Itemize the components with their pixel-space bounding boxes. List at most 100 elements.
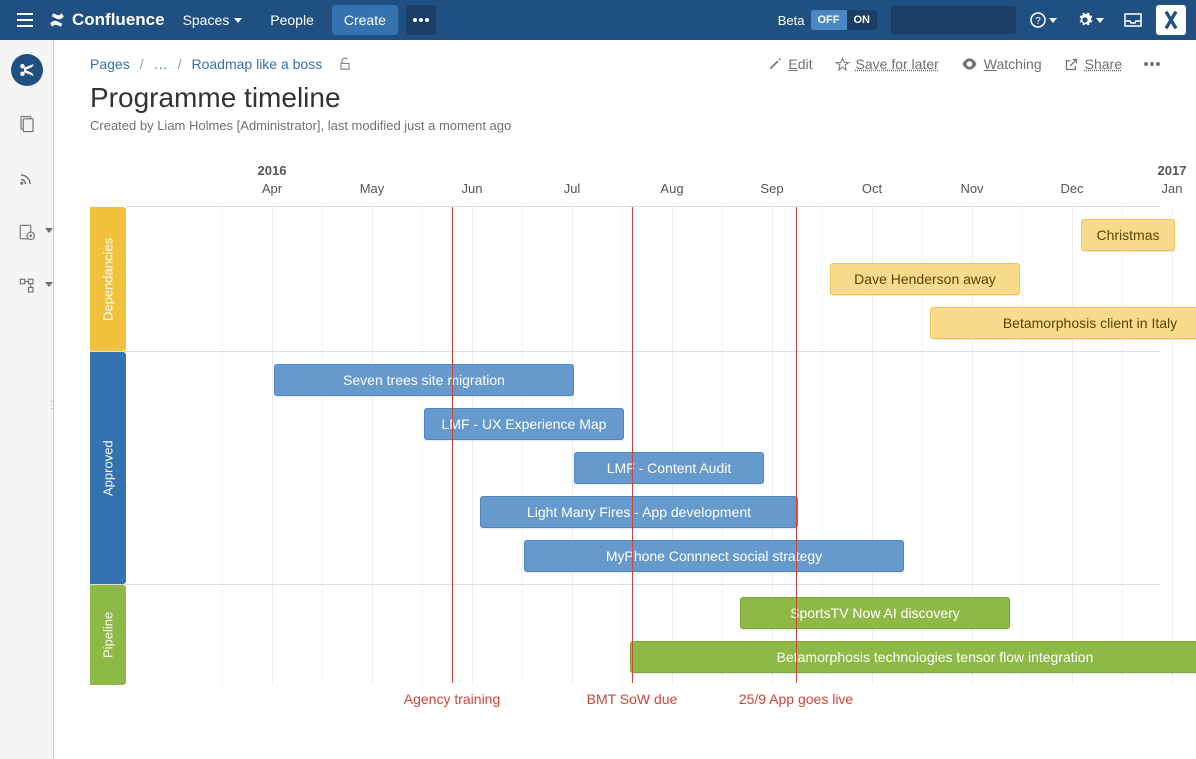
axis-year-label: 2017 xyxy=(1158,163,1187,178)
lane-label: Approved xyxy=(90,352,126,584)
axis-month-label: Jun xyxy=(462,181,483,196)
edit-button[interactable]: Edit xyxy=(768,56,812,72)
axis-month-label: Apr xyxy=(262,181,282,196)
unlock-icon xyxy=(338,57,352,71)
lane-body: SportsTV Now AI discoveryBetamorphosis t… xyxy=(126,585,1160,685)
rail-tree-icon[interactable] xyxy=(11,270,43,302)
lane: DependanciesChristmasDave Henderson away… xyxy=(90,207,1160,351)
roadmap-bar[interactable]: LMF - UX Experience Map xyxy=(424,408,624,440)
save-for-later-button[interactable]: Save for later xyxy=(835,56,939,72)
pencil-icon xyxy=(768,57,782,71)
breadcrumb-sep: / xyxy=(140,56,144,72)
roadmap-chart: 20162017 AprMayJunJulAugSepOctNovDecJan … xyxy=(90,163,1160,733)
beta-label: Beta xyxy=(778,13,805,28)
search-box[interactable] xyxy=(891,6,1016,34)
roadmap-bar[interactable]: LMF - Content Audit xyxy=(574,452,764,484)
chevron-down-icon xyxy=(234,18,242,23)
chevron-down-icon xyxy=(45,228,53,233)
roadmap-bar[interactable]: Light Many Fires - App development xyxy=(480,496,798,528)
top-nav: Confluence Spaces People Create Beta OFF… xyxy=(0,0,1196,40)
rail-shortcut-icon[interactable] xyxy=(11,216,43,248)
breadcrumb-root[interactable]: Pages xyxy=(90,56,130,72)
byline: Created by Liam Holmes [Administrator], … xyxy=(90,118,1160,133)
save-label: Save for later xyxy=(856,56,939,72)
lane-body: Seven trees site migration LMF - UX Exper… xyxy=(126,352,1160,584)
roadmap-bar[interactable]: Christmas xyxy=(1081,219,1175,251)
brand-label: Confluence xyxy=(72,10,165,30)
page-actions: Edit Save for later Watching Share xyxy=(768,56,1160,72)
axis-month-label: Sep xyxy=(760,181,783,196)
nav-spaces-label: Spaces xyxy=(183,12,230,28)
lane-label: Pipeline xyxy=(90,585,126,685)
edit-label-rest: dit xyxy=(798,56,813,72)
lane: PipelineSportsTV Now AI discoveryBetamor… xyxy=(90,584,1160,685)
nav-spaces[interactable]: Spaces xyxy=(173,5,253,35)
toggle-off[interactable]: OFF xyxy=(811,10,847,30)
nav-people-label: People xyxy=(270,12,314,28)
lanes-container: DependanciesChristmasDave Henderson away… xyxy=(90,207,1160,685)
roadmap-bar[interactable]: MyPhone Connnect social strategy xyxy=(524,540,904,572)
marker-label: BMT SoW due xyxy=(587,691,678,708)
axis-year-label: 2016 xyxy=(258,163,287,178)
watching-button[interactable]: Watching xyxy=(961,56,1042,72)
page-title: Programme timeline xyxy=(90,82,1160,114)
rail-feed-icon[interactable] xyxy=(11,162,43,194)
brand[interactable]: Confluence xyxy=(48,10,165,30)
eye-icon xyxy=(961,58,978,70)
share-label: Share xyxy=(1085,56,1122,72)
main-content: Pages / … / Roadmap like a boss Edit Sav… xyxy=(54,40,1196,759)
edit-label-first: E xyxy=(788,56,797,72)
hamburger-icon[interactable] xyxy=(10,5,40,35)
axis-month-label: Oct xyxy=(862,181,882,196)
axis-month-label: Jan xyxy=(1162,181,1183,196)
roadmap-bar[interactable]: SportsTV Now AI discovery xyxy=(740,597,1010,629)
axis-months: AprMayJunJulAugSepOctNovDecJan xyxy=(126,181,1160,207)
breadcrumb-sep: / xyxy=(178,56,182,72)
star-icon xyxy=(835,57,850,72)
beta-toggle: Beta OFF ON xyxy=(778,10,877,30)
share-icon xyxy=(1064,57,1079,72)
axis-month-label: Aug xyxy=(660,181,683,196)
lane-body: ChristmasDave Henderson awayBetamorphosi… xyxy=(126,207,1160,351)
lane: Approved Seven trees site migration LMF - … xyxy=(90,351,1160,584)
axis-month-label: Dec xyxy=(1060,181,1083,196)
chevron-down-icon xyxy=(45,282,53,287)
confluence-logo-icon xyxy=(48,11,66,29)
watching-label-rest: atching xyxy=(996,56,1041,72)
breadcrumb: Pages / … / Roadmap like a boss xyxy=(90,56,352,72)
roadmap-bar[interactable]: Betamorphosis client in Italy xyxy=(930,307,1196,339)
share-button[interactable]: Share xyxy=(1064,56,1122,72)
avatar-icon xyxy=(1161,10,1181,30)
rail-pages-icon[interactable] xyxy=(11,108,43,140)
axis-years: 20162017 xyxy=(126,163,1160,181)
chevron-down-icon xyxy=(1049,18,1057,23)
toggle-on[interactable]: ON xyxy=(847,10,878,30)
axis-month-label: Jul xyxy=(564,181,581,196)
roadmap-bar[interactable]: Dave Henderson away xyxy=(830,263,1020,295)
create-button[interactable]: Create xyxy=(332,5,398,35)
chevron-down-icon xyxy=(1096,18,1104,23)
roadmap-bar[interactable]: Seven trees site migration xyxy=(274,364,574,396)
marker-labels: Agency training BMT SoW due 25/9 App goes … xyxy=(126,691,1160,733)
create-button-label: Create xyxy=(344,12,386,28)
rail-scissors-icon[interactable] xyxy=(11,54,43,86)
breadcrumb-current[interactable]: Roadmap like a boss xyxy=(191,56,322,72)
svg-text:?: ? xyxy=(1035,16,1041,27)
watching-label-first: W xyxy=(984,56,997,72)
nav-people[interactable]: People xyxy=(260,5,324,35)
lane-label: Dependancies xyxy=(90,207,126,351)
more-nav-icon[interactable] xyxy=(406,5,436,35)
axis-month-label: Nov xyxy=(960,181,983,196)
gear-icon[interactable] xyxy=(1071,5,1110,35)
left-rail: ⋮ xyxy=(0,40,54,759)
more-actions-icon[interactable] xyxy=(1144,62,1160,66)
rail-resize-handle[interactable]: ⋮ xyxy=(47,400,57,411)
help-icon[interactable]: ? xyxy=(1024,5,1063,35)
breadcrumb-mid[interactable]: … xyxy=(154,56,168,72)
tray-icon[interactable] xyxy=(1118,5,1148,35)
avatar[interactable] xyxy=(1156,5,1186,35)
axis-month-label: May xyxy=(360,181,385,196)
marker-label: 25/9 App goes live xyxy=(739,691,853,708)
roadmap-bar[interactable]: Betamorphosis technologies tensor flow i… xyxy=(630,641,1196,673)
marker-label: Agency training xyxy=(404,691,501,708)
